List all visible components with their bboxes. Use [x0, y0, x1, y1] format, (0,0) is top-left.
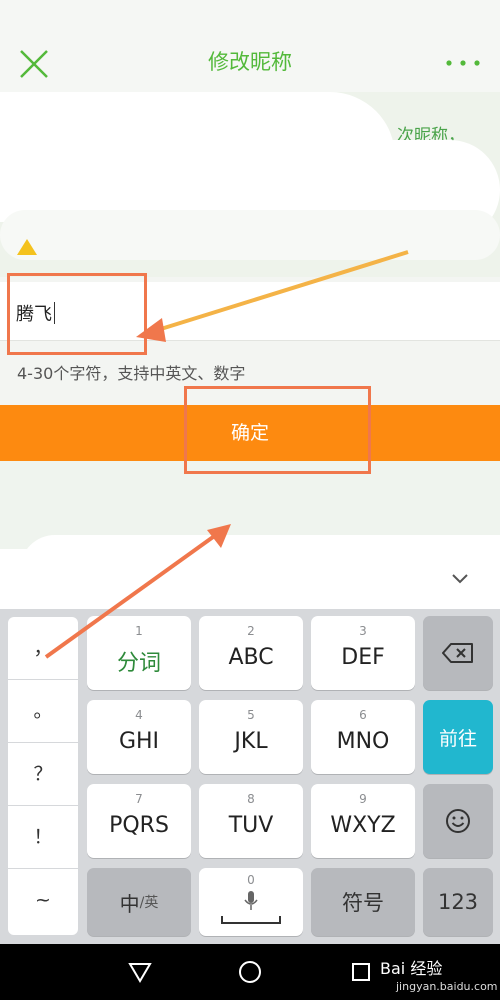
arrow-head-icon	[207, 524, 231, 548]
arrow-head-icon	[136, 318, 166, 342]
annotation-arrows	[44, 250, 409, 659]
